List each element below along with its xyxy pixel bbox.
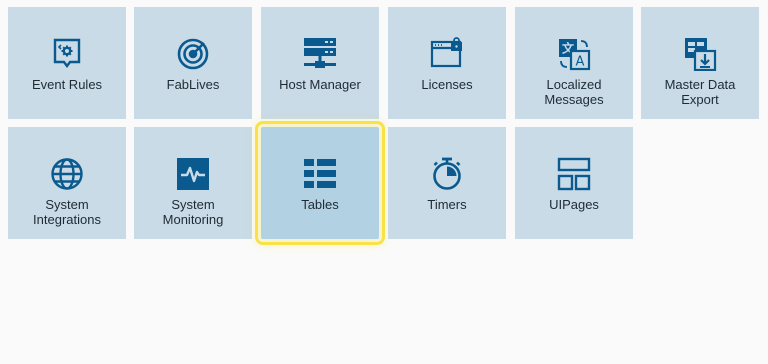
page-layout-icon <box>557 157 591 191</box>
tile-system-integrations[interactable]: System Integrations <box>8 127 126 239</box>
tile-label: Master Data Export <box>664 77 736 107</box>
tile-label: FabLives <box>166 77 220 92</box>
tile-master-data-export[interactable]: Master Data Export <box>641 7 759 119</box>
tile-label: System Monitoring <box>162 197 224 227</box>
tile-label: Timers <box>427 197 467 212</box>
tile-label: Tables <box>301 197 339 212</box>
tile-host-manager[interactable]: Host Manager <box>261 7 379 119</box>
tile-uipages[interactable]: UIPages <box>515 127 633 239</box>
tile-fablives[interactable]: FabLives <box>134 7 252 119</box>
locked-window-icon <box>430 37 464 71</box>
tile-label: Host Manager <box>279 77 361 92</box>
radar-icon <box>176 37 210 71</box>
tile-grid: Event Rules FabLives Host Manager Licens… <box>0 0 768 364</box>
data-export-icon <box>683 37 717 71</box>
table-icon <box>303 157 337 191</box>
pulse-monitor-icon <box>176 157 210 191</box>
globe-icon <box>50 157 84 191</box>
tile-event-rules[interactable]: Event Rules <box>8 7 126 119</box>
translate-icon: 文 A <box>557 37 591 71</box>
tile-localized-messages[interactable]: 文 A Localized Messages <box>515 7 633 119</box>
tile-label: System Integrations <box>33 197 101 227</box>
tile-label: UIPages <box>549 197 599 212</box>
tile-label: Licenses <box>421 77 473 92</box>
tile-licenses[interactable]: Licenses <box>388 7 506 119</box>
event-rules-icon <box>50 37 84 71</box>
server-icon <box>303 37 337 71</box>
tile-tables[interactable]: Tables <box>255 121 385 245</box>
svg-text:A: A <box>576 55 585 70</box>
tile-system-monitoring[interactable]: System Monitoring <box>134 127 252 239</box>
stopwatch-icon <box>430 157 464 191</box>
tile-label: Localized Messages <box>544 77 604 107</box>
tile-label: Event Rules <box>31 77 103 92</box>
tile-timers[interactable]: Timers <box>388 127 506 239</box>
